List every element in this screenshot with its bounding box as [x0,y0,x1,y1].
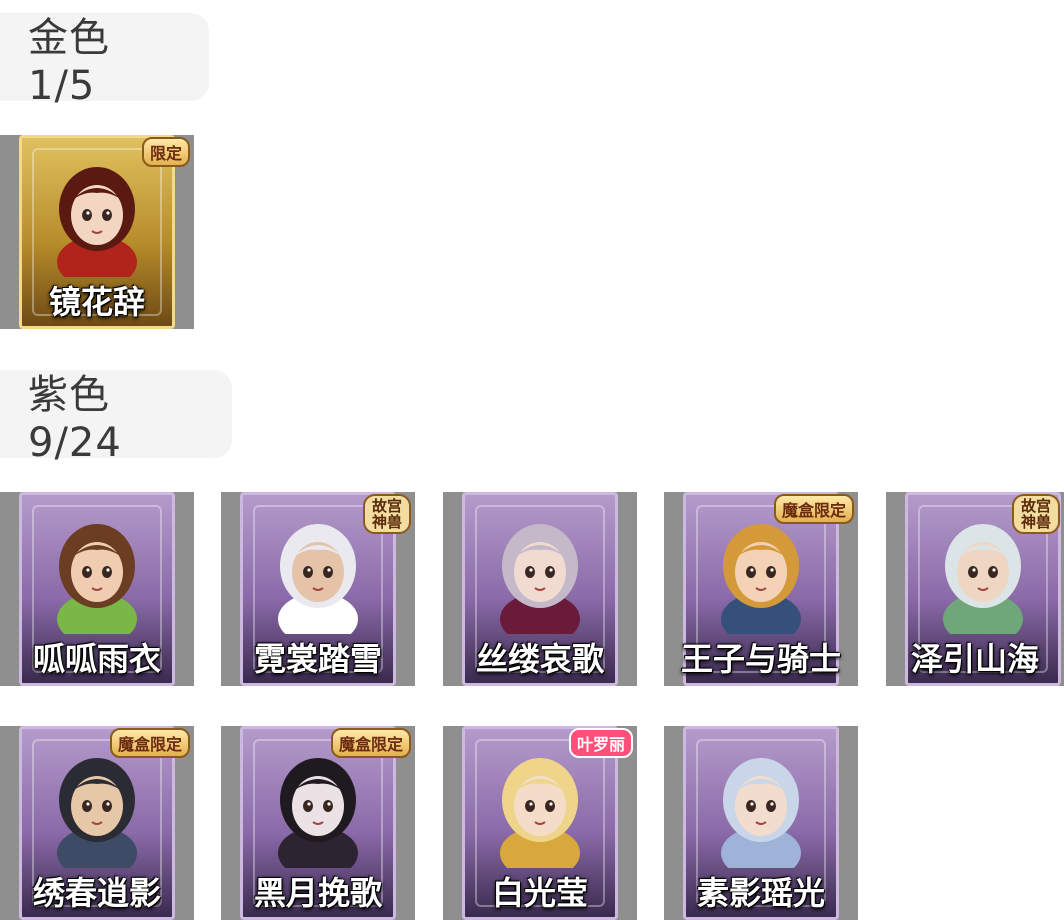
character-portrait [500,524,580,634]
limited-badge: 故宫神兽 [1012,494,1060,534]
skin-name: 镜花辞 [48,283,145,321]
skin-card[interactable]: 故宫神兽霓裳踏雪 [221,492,415,686]
skin-name: 丝缕哀歌 [475,640,604,678]
skin-name: 黑月挽歌 [253,874,382,912]
character-portrait [57,524,137,634]
character-portrait [278,758,358,868]
skin-name: 素影瑶光 [696,874,825,912]
skin-card[interactable]: 呱呱雨衣 [0,492,194,686]
section-header-purple: 紫色 9/24 [0,370,232,466]
section-header-gold: 金色 1/5 [0,13,209,109]
character-portrait [278,524,358,634]
limited-badge: 魔盒限定 [330,728,411,758]
section-label: 金色 1/5 [28,15,110,109]
character-portrait [57,167,137,277]
limited-badge: 魔盒限定 [773,494,854,524]
skin-name: 呱呱雨衣 [32,640,161,678]
skin-name: 泽引山海 [910,640,1039,678]
character-portrait [57,758,137,868]
skin-name: 王子与骑士 [680,640,841,678]
character-portrait [500,758,580,868]
section-label: 紫色 9/24 [28,372,122,466]
skin-name: 霓裳踏雪 [253,640,382,678]
skin-card[interactable]: 故宫神兽泽引山海 [886,492,1064,686]
limited-badge: 魔盒限定 [109,728,190,758]
skin-card[interactable]: 素影瑶光 [664,726,858,920]
character-portrait [721,758,801,868]
character-portrait [721,524,801,634]
skin-card[interactable]: 丝缕哀歌 [443,492,637,686]
limited-badge: 限定 [141,137,190,167]
skin-card[interactable]: 魔盒限定绣春逍影 [0,726,194,920]
skin-card[interactable]: 限定镜花辞 [0,135,194,329]
skin-name: 绣春逍影 [32,874,161,912]
limited-badge: 故宫神兽 [363,494,411,534]
skin-card[interactable]: 魔盒限定王子与骑士 [664,492,858,686]
skin-card[interactable]: 叶罗丽白光莹 [443,726,637,920]
skin-name: 白光莹 [491,874,588,912]
skin-card[interactable]: 魔盒限定黑月挽歌 [221,726,415,920]
limited-badge: 叶罗丽 [568,728,633,758]
